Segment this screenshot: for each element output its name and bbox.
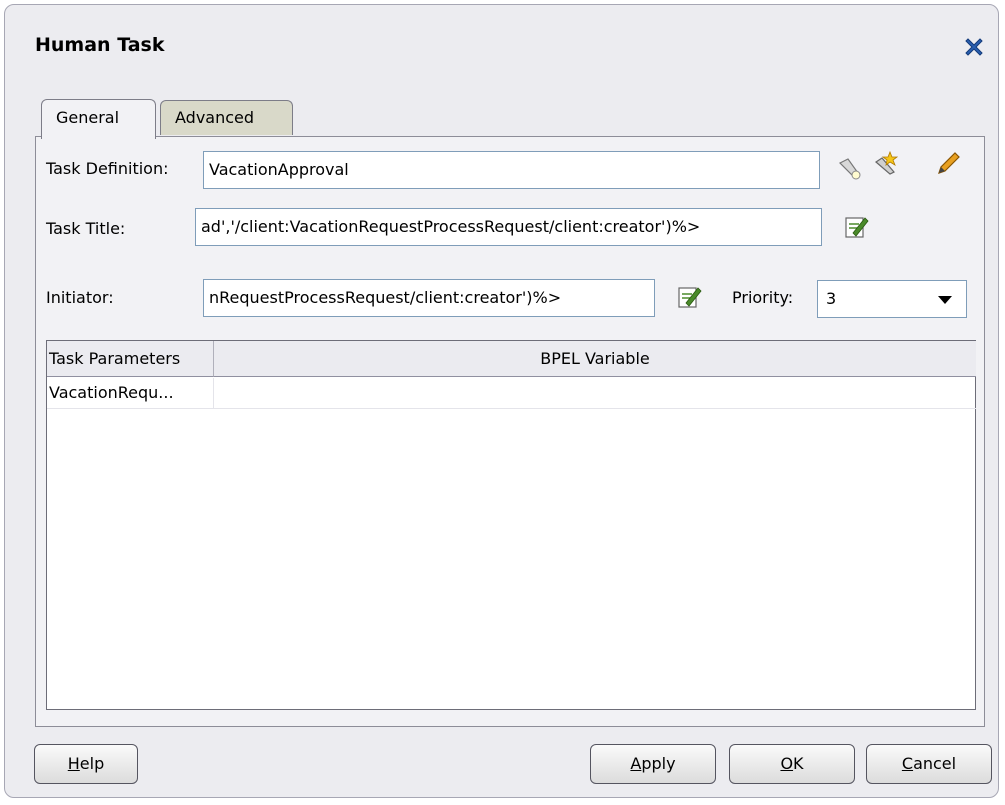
table-cell-task-parameter[interactable]: VacationRequ...	[47, 378, 214, 409]
apply-button[interactable]: Apply	[590, 744, 716, 784]
ok-button[interactable]: OK	[729, 744, 855, 784]
edit-expression-icon[interactable]	[676, 284, 702, 310]
initiator-label: Initiator:	[46, 288, 114, 307]
task-title-field[interactable]: ad','/client:VacationRequestProcessReque…	[195, 208, 822, 246]
priority-label: Priority:	[732, 288, 794, 307]
help-button[interactable]: Help	[34, 744, 138, 784]
task-definition-field[interactable]: VacationApproval	[203, 151, 820, 189]
task-title-label: Task Title:	[46, 219, 126, 238]
wand-icon[interactable]	[872, 150, 898, 176]
priority-value: 3	[826, 289, 837, 308]
tab-advanced[interactable]: Advanced	[160, 100, 293, 135]
task-parameters-table: Task Parameters BPEL Variable VacationRe…	[46, 340, 976, 710]
flashlight-icon[interactable]	[836, 155, 862, 181]
column-header-task-parameters[interactable]: Task Parameters	[47, 341, 214, 377]
pencil-icon[interactable]	[936, 150, 962, 176]
close-icon[interactable]	[962, 35, 986, 59]
priority-select[interactable]: 3	[817, 280, 967, 318]
column-header-bpel-variable[interactable]: BPEL Variable	[214, 341, 976, 377]
task-definition-label: Task Definition:	[46, 159, 169, 178]
chevron-down-icon[interactable]	[938, 296, 952, 304]
dialog-title: Human Task	[35, 34, 165, 56]
edit-expression-icon[interactable]	[843, 214, 869, 240]
initiator-field[interactable]: nRequestProcessRequest/client:creator')%…	[203, 279, 655, 317]
cancel-button[interactable]: Cancel	[866, 744, 992, 784]
table-cell-bpel-variable[interactable]	[214, 378, 976, 409]
tab-general[interactable]: General	[41, 99, 156, 139]
